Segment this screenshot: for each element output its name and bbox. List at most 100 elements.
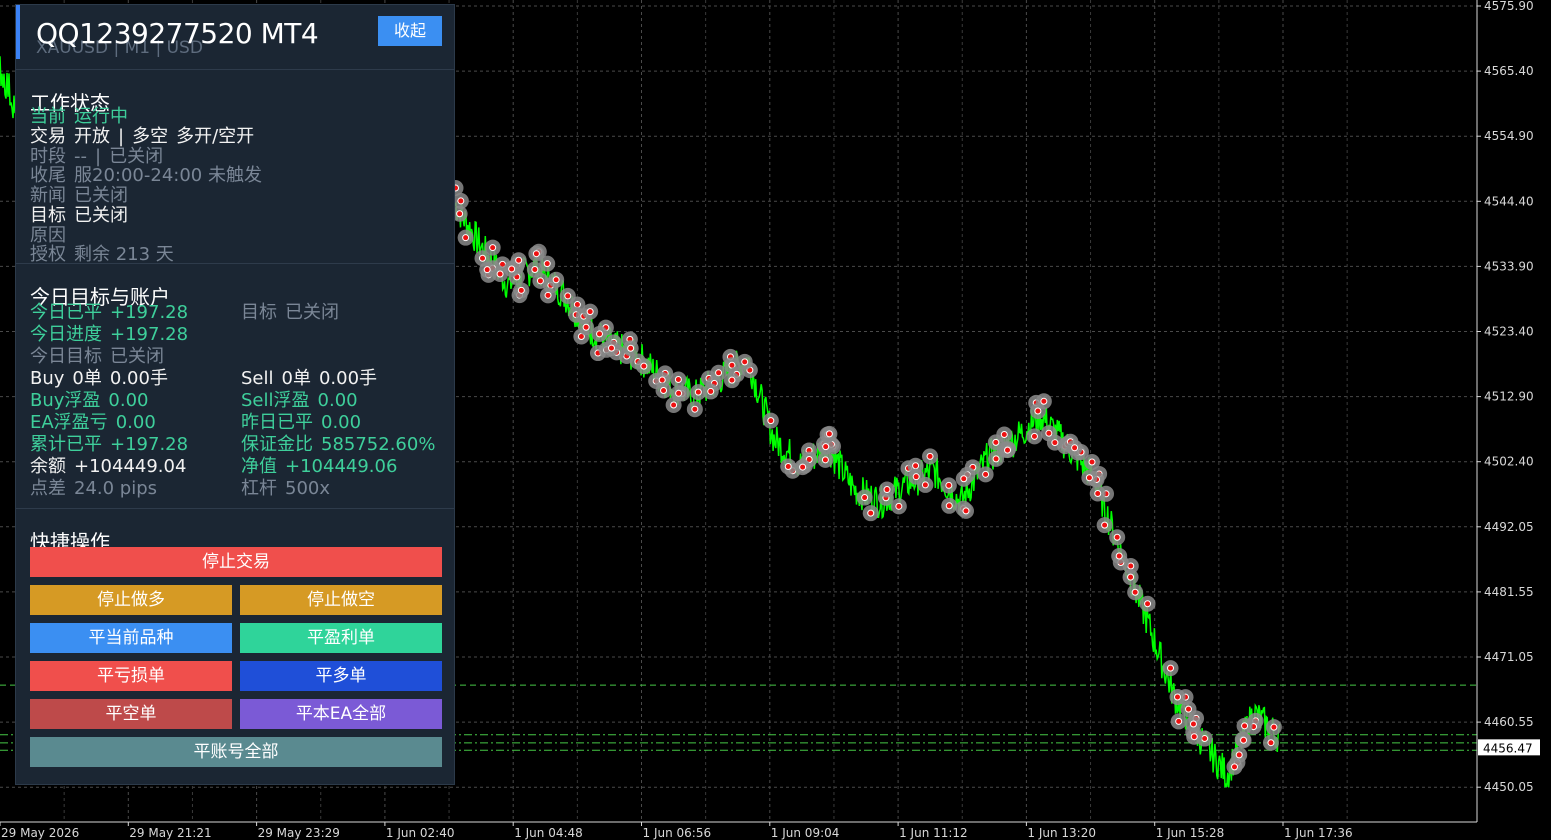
trade-marker xyxy=(736,353,753,370)
trade-marker xyxy=(1040,425,1057,442)
status-session-sep: | xyxy=(95,146,102,167)
acct-balance-label: 余额 xyxy=(30,456,66,477)
trade-marker xyxy=(957,502,974,519)
acct-today-target: 今日目标 已关闭 xyxy=(30,347,172,367)
price-tick-label: 4492.05 xyxy=(1484,520,1534,534)
trade-marker xyxy=(548,271,565,288)
stop-short-button[interactable]: 停止做空 xyxy=(240,585,442,615)
trade-marker xyxy=(622,340,639,357)
acct-closed-today-label: 今日已平 xyxy=(30,302,102,323)
acct-margin: 保证金比 585752.60% xyxy=(241,435,435,455)
close-short-button[interactable]: 平空单 xyxy=(30,699,232,729)
trade-marker xyxy=(862,505,879,522)
acct-progress-label: 今日进度 xyxy=(30,324,102,345)
status-session-state: 已关闭 xyxy=(109,146,164,167)
trade-marker xyxy=(670,385,687,402)
acct-yesterday: 昨日已平 0.00 xyxy=(241,413,361,433)
trade-marker xyxy=(591,325,608,342)
time-tick-label: 1 Jun 17:36 xyxy=(1284,826,1353,840)
acct-ea-float-value: 0.00 xyxy=(115,412,156,433)
close-long-button[interactable]: 平多单 xyxy=(240,661,442,691)
trade-marker xyxy=(559,287,576,304)
price-tick-label: 4471.05 xyxy=(1484,650,1534,664)
acct-today-target-value: 已关闭 xyxy=(110,346,164,367)
price-tick-label: 4502.40 xyxy=(1484,455,1534,469)
panel-title: QQ1239277520 MT4 xyxy=(36,17,319,50)
trade-marker xyxy=(484,239,501,256)
status-trade-direction: 多空 xyxy=(132,126,169,147)
trade-marker xyxy=(686,401,703,418)
trade-marker xyxy=(1096,517,1113,534)
trade-marker xyxy=(999,442,1016,459)
acct-balance-value: +104449.04 xyxy=(74,456,187,477)
acct-spread: 点差 24.0 pips xyxy=(30,479,165,499)
price-tick-label: 4512.90 xyxy=(1484,390,1534,404)
trade-marker xyxy=(582,303,599,320)
status-current-label: 当前 xyxy=(30,106,66,127)
close-account-all-button[interactable]: 平账号全部 xyxy=(30,737,442,767)
acct-spread-label: 点差 xyxy=(30,478,66,499)
trade-marker xyxy=(1081,469,1098,486)
acct-equity: 净值 +104449.06 xyxy=(241,457,397,477)
acct-sell-float-value: 0.00 xyxy=(317,390,358,411)
trade-marker xyxy=(856,489,873,506)
collapse-button[interactable]: 收起 xyxy=(378,16,442,46)
status-session-label: 时段 xyxy=(30,146,66,167)
price-tick-label: 4523.40 xyxy=(1484,325,1534,339)
status-target-value: 已关闭 xyxy=(74,205,128,226)
close-symbol-button[interactable]: 平当前品种 xyxy=(30,623,232,653)
close-ea-all-button[interactable]: 平本EA全部 xyxy=(240,699,442,729)
close-profit-button[interactable]: 平盈利单 xyxy=(240,623,442,653)
trade-marker xyxy=(1089,485,1106,502)
trade-marker xyxy=(452,192,469,209)
status-news-value: 已关闭 xyxy=(74,185,128,206)
trade-marker xyxy=(702,383,719,400)
acct-buy-lots: 0.00手 xyxy=(109,368,168,389)
price-tick-label: 4565.40 xyxy=(1484,64,1534,78)
stop-long-button[interactable]: 停止做多 xyxy=(30,585,232,615)
price-tick-label: 4533.90 xyxy=(1484,259,1534,273)
trade-marker xyxy=(1262,734,1279,751)
status-target-row: 目标 已关闭 xyxy=(30,206,136,226)
trade-marker xyxy=(532,272,549,289)
time-tick-label: 1 Jun 09:04 xyxy=(771,826,840,840)
trade-marker xyxy=(1236,717,1253,734)
price-tick-label: 4554.90 xyxy=(1484,129,1534,143)
trade-marker xyxy=(603,340,620,357)
status-trade-row: 交易 开放 | 多空 多开/空开 xyxy=(30,127,262,147)
trade-marker xyxy=(1111,548,1128,565)
trade-marker xyxy=(1169,688,1186,705)
close-loss-button[interactable]: 平亏损单 xyxy=(30,661,232,691)
trade-marker xyxy=(817,438,834,455)
acct-target: 目标 已关闭 xyxy=(241,303,339,323)
status-close-row: 收尾 服20:00-24:00 未触发 xyxy=(30,166,270,186)
time-tick-label: 1 Jun 02:40 xyxy=(386,826,455,840)
time-tick-label: 1 Jun 15:28 xyxy=(1156,826,1225,840)
status-current-value: 运行中 xyxy=(74,106,128,127)
trade-marker xyxy=(1127,584,1144,601)
acct-equity-label: 净值 xyxy=(241,456,277,477)
acct-leverage-value: 500x xyxy=(285,478,331,499)
status-reason-row: 原因 xyxy=(30,226,82,246)
price-tick-label: 4450.05 xyxy=(1484,780,1534,794)
acct-target-value: 已关闭 xyxy=(285,302,339,323)
status-trade-mode: 多开/空开 xyxy=(176,126,255,147)
acct-sell-lots: 0.00手 xyxy=(318,368,378,389)
time-tick-label: 29 May 2026 xyxy=(1,826,79,840)
time-tick-label: 1 Jun 11:12 xyxy=(899,826,968,840)
acct-sell: Sell 0单 0.00手 xyxy=(241,369,377,389)
acct-buy: Buy 0单 0.00手 xyxy=(30,369,176,389)
acct-sell-label: Sell xyxy=(241,368,274,389)
acct-progress: 今日进度 +197.28 xyxy=(30,325,196,345)
acct-buy-label: Buy xyxy=(30,368,65,389)
acct-cum-value: +197.28 xyxy=(110,434,189,455)
acct-cum-label: 累计已平 xyxy=(30,434,102,455)
acct-closed-today-value: +197.28 xyxy=(110,302,189,323)
trade-marker xyxy=(1066,439,1083,456)
acct-spread-value: 24.0 pips xyxy=(74,478,158,499)
acct-sell-count: 0单 xyxy=(281,368,311,389)
acct-leverage: 杠杆 500x xyxy=(241,479,330,499)
trade-marker xyxy=(780,458,797,475)
stop-trading-button[interactable]: 停止交易 xyxy=(30,547,442,577)
time-tick-label: 1 Jun 06:56 xyxy=(643,826,712,840)
